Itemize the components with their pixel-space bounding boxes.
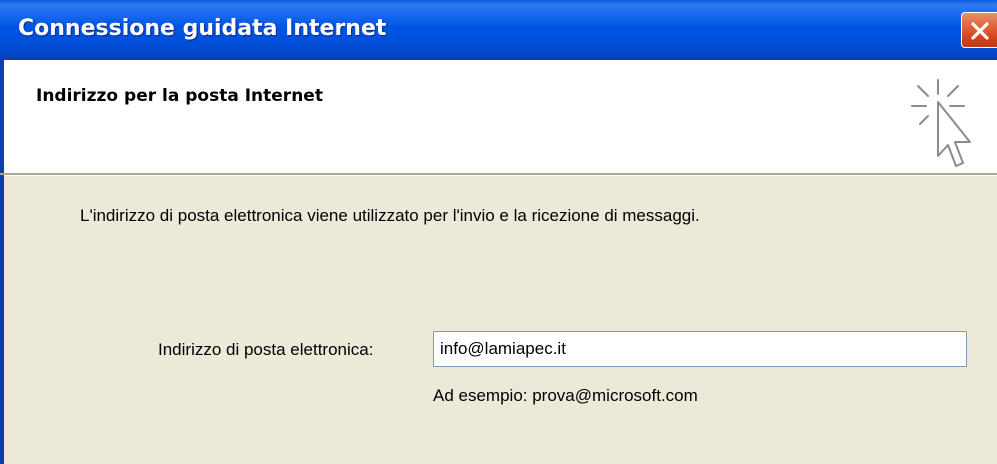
email-field[interactable]: [433, 331, 967, 367]
window-frame-left: [0, 175, 4, 464]
email-example-hint: Ad esempio: prova@microsoft.com: [433, 386, 698, 405]
page-title: Indirizzo per la posta Internet: [36, 86, 323, 106]
wizard-window: Connessione guidata Internet Indirizzo p…: [0, 0, 997, 464]
window-title: Connessione guidata Internet: [18, 16, 387, 41]
header-divider: [0, 173, 997, 176]
close-icon: [971, 22, 989, 40]
description-text: L'indirizzo di posta elettronica viene u…: [80, 206, 700, 225]
wizard-header: Indirizzo per la posta Internet: [0, 60, 997, 173]
close-button[interactable]: [961, 12, 997, 48]
title-bar[interactable]: Connessione guidata Internet: [0, 0, 997, 60]
wizard-cursor-icon: [911, 79, 971, 167]
email-label: Indirizzo di posta elettronica:: [158, 340, 374, 359]
